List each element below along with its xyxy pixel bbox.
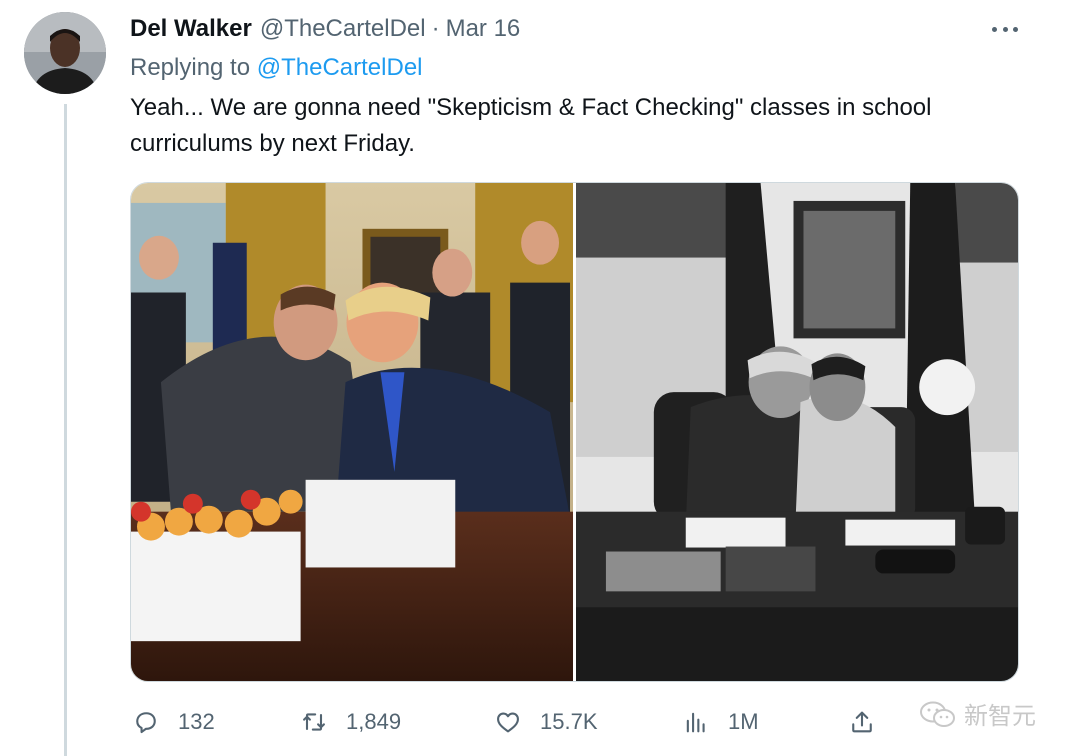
- more-horizontal-icon[interactable]: [988, 18, 1022, 40]
- avatar-image: [24, 12, 106, 94]
- watermark: 新智元: [918, 696, 1036, 731]
- media-image-2[interactable]: [576, 183, 1018, 681]
- avatar[interactable]: [24, 12, 106, 94]
- retweet-icon: [303, 713, 325, 731]
- replying-to-handle-link[interactable]: @TheCartelDel: [257, 54, 423, 81]
- separator-dot: ·: [431, 15, 440, 42]
- view-count: 1M: [728, 709, 759, 734]
- oval-office-color-photo: [131, 183, 573, 681]
- media-grid: [130, 182, 1019, 682]
- share-upload-icon: [852, 711, 872, 733]
- media-image-1[interactable]: [131, 183, 573, 681]
- share-button[interactable]: [848, 708, 876, 736]
- more-dot: [1013, 26, 1018, 32]
- retweet-button[interactable]: 1,849: [300, 708, 401, 736]
- more-dot: [1002, 26, 1008, 32]
- bar-chart-icon: [686, 712, 705, 733]
- tweet-text: Yeah... We are gonna need "Skepticism & …: [130, 94, 932, 157]
- author-handle[interactable]: @TheCartelDel: [260, 15, 426, 43]
- reply-count: 132: [178, 709, 215, 734]
- tweet-date[interactable]: Mar 16: [446, 15, 521, 43]
- views-button[interactable]: 1M: [682, 708, 759, 736]
- retweet-count: 1,849: [346, 709, 402, 734]
- author-name[interactable]: Del Walker: [130, 15, 252, 43]
- wechat-icon: [920, 701, 955, 727]
- office-bw-photo: [576, 183, 1018, 681]
- reply-bubble-icon: [136, 712, 156, 734]
- thread-connector-line: [64, 104, 67, 756]
- replying-to: Replying to @TheCartelDel: [130, 54, 423, 82]
- watermark-text: 新智元: [964, 702, 1036, 730]
- replying-to-label: Replying to: [130, 54, 257, 81]
- heart-icon: [497, 712, 519, 733]
- reply-button[interactable]: 132: [132, 708, 215, 736]
- more-dot: [992, 26, 997, 32]
- tweet-header: Del Walker @TheCartelDel · Mar 16: [130, 14, 520, 44]
- like-button[interactable]: 15.7K: [494, 708, 598, 736]
- like-count: 15.7K: [540, 709, 598, 734]
- tweet-actions: 132 1,849 15.7K 1M: [130, 700, 1030, 746]
